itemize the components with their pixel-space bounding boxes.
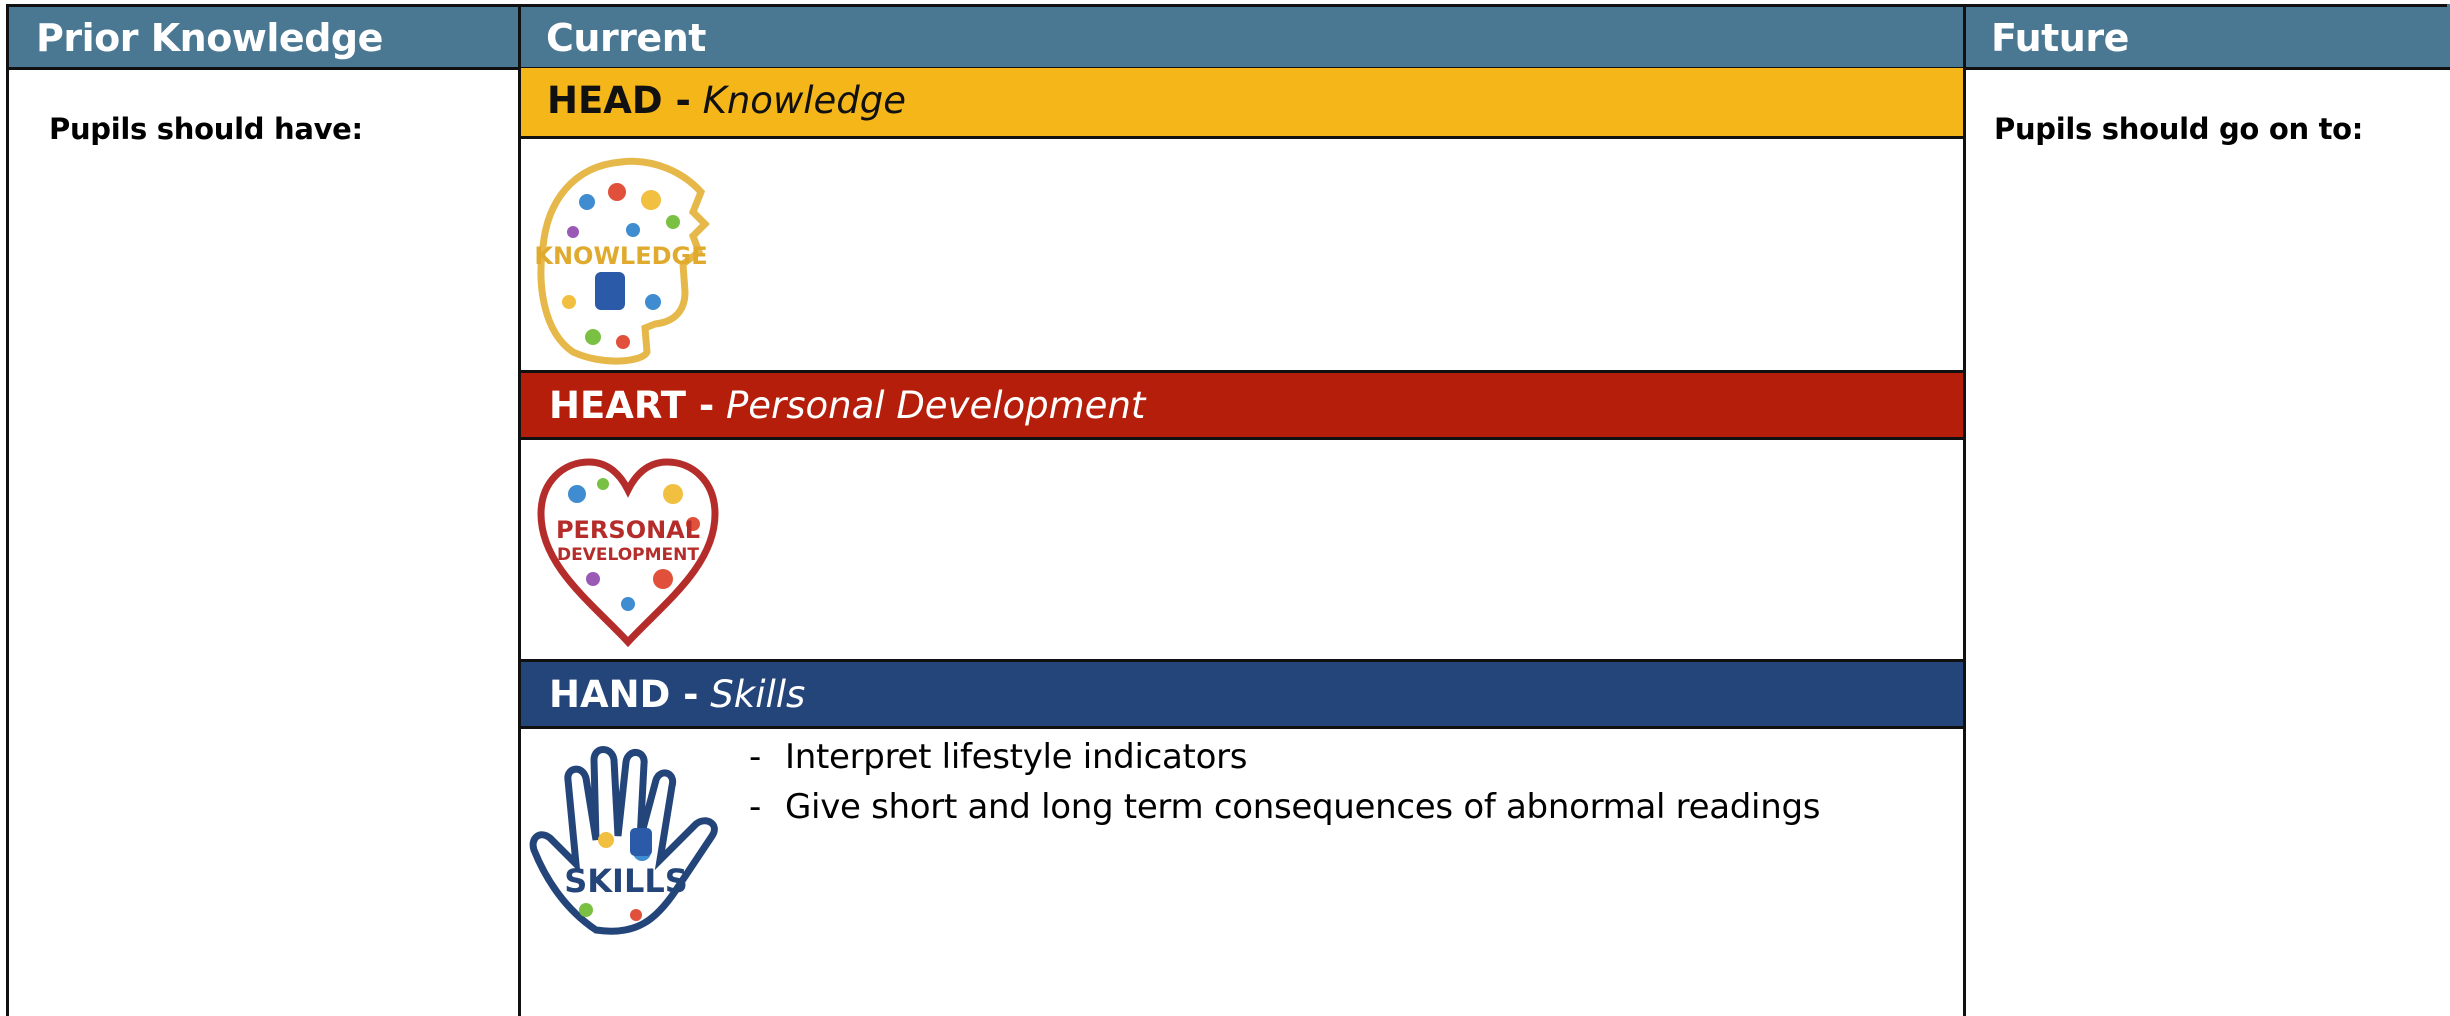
hand-band: HAND - Skills	[521, 659, 1966, 729]
heart-image-label-2: DEVELOPMENT	[557, 545, 699, 565]
prior-knowledge-subtitle: Pupils should have:	[49, 112, 363, 146]
future-subtitle: Pupils should go on to:	[1994, 112, 2364, 146]
knowledge-head-icon: KNOWLEDGE	[534, 157, 710, 365]
bullet-text: Interpret lifestyle indicators	[785, 737, 1248, 777]
list-item: - Interpret lifestyle indicators	[749, 737, 1248, 777]
curriculum-grid: Prior Knowledge Pupils should have: Curr…	[0, 0, 2450, 1016]
head-band-italic: Knowledge	[702, 79, 906, 122]
future-header: Future	[1966, 7, 2450, 70]
prior-knowledge-column: Prior Knowledge Pupils should have:	[6, 4, 521, 1016]
heart-band-bold: HEART -	[549, 384, 715, 427]
skills-bullet-list: - Interpret lifestyle indicators - Give sh…	[749, 732, 1820, 832]
hand-band-bold: HAND -	[549, 673, 699, 716]
head-band: HEAD - Knowledge	[521, 68, 1966, 139]
personal-development-heart-icon: PERSONAL DEVELOPMENT	[537, 458, 719, 648]
list-item: - Give short and long term consequences o…	[749, 787, 1821, 827]
current-column: Current HEAD - Knowledge KNOWLEDGE HEART…	[518, 4, 1966, 1016]
bullet-text: Give short and long term consequences of…	[785, 787, 1821, 827]
skills-hand-icon: SKILLS	[529, 746, 718, 935]
heart-band-italic: Personal Development	[725, 384, 1146, 427]
prior-knowledge-header: Prior Knowledge	[9, 7, 521, 70]
skills-image-label: SKILLS	[564, 862, 688, 900]
heart-band: HEART - Personal Development	[521, 370, 1966, 440]
head-band-bold: HEAD -	[547, 79, 691, 122]
knowledge-image-label: KNOWLEDGE	[534, 242, 707, 270]
hand-band-italic: Skills	[710, 673, 806, 716]
current-header: Current	[521, 7, 1966, 70]
heart-image-label-1: PERSONAL	[556, 516, 700, 544]
future-column: Future Pupils should go on to:	[1963, 4, 2450, 1016]
